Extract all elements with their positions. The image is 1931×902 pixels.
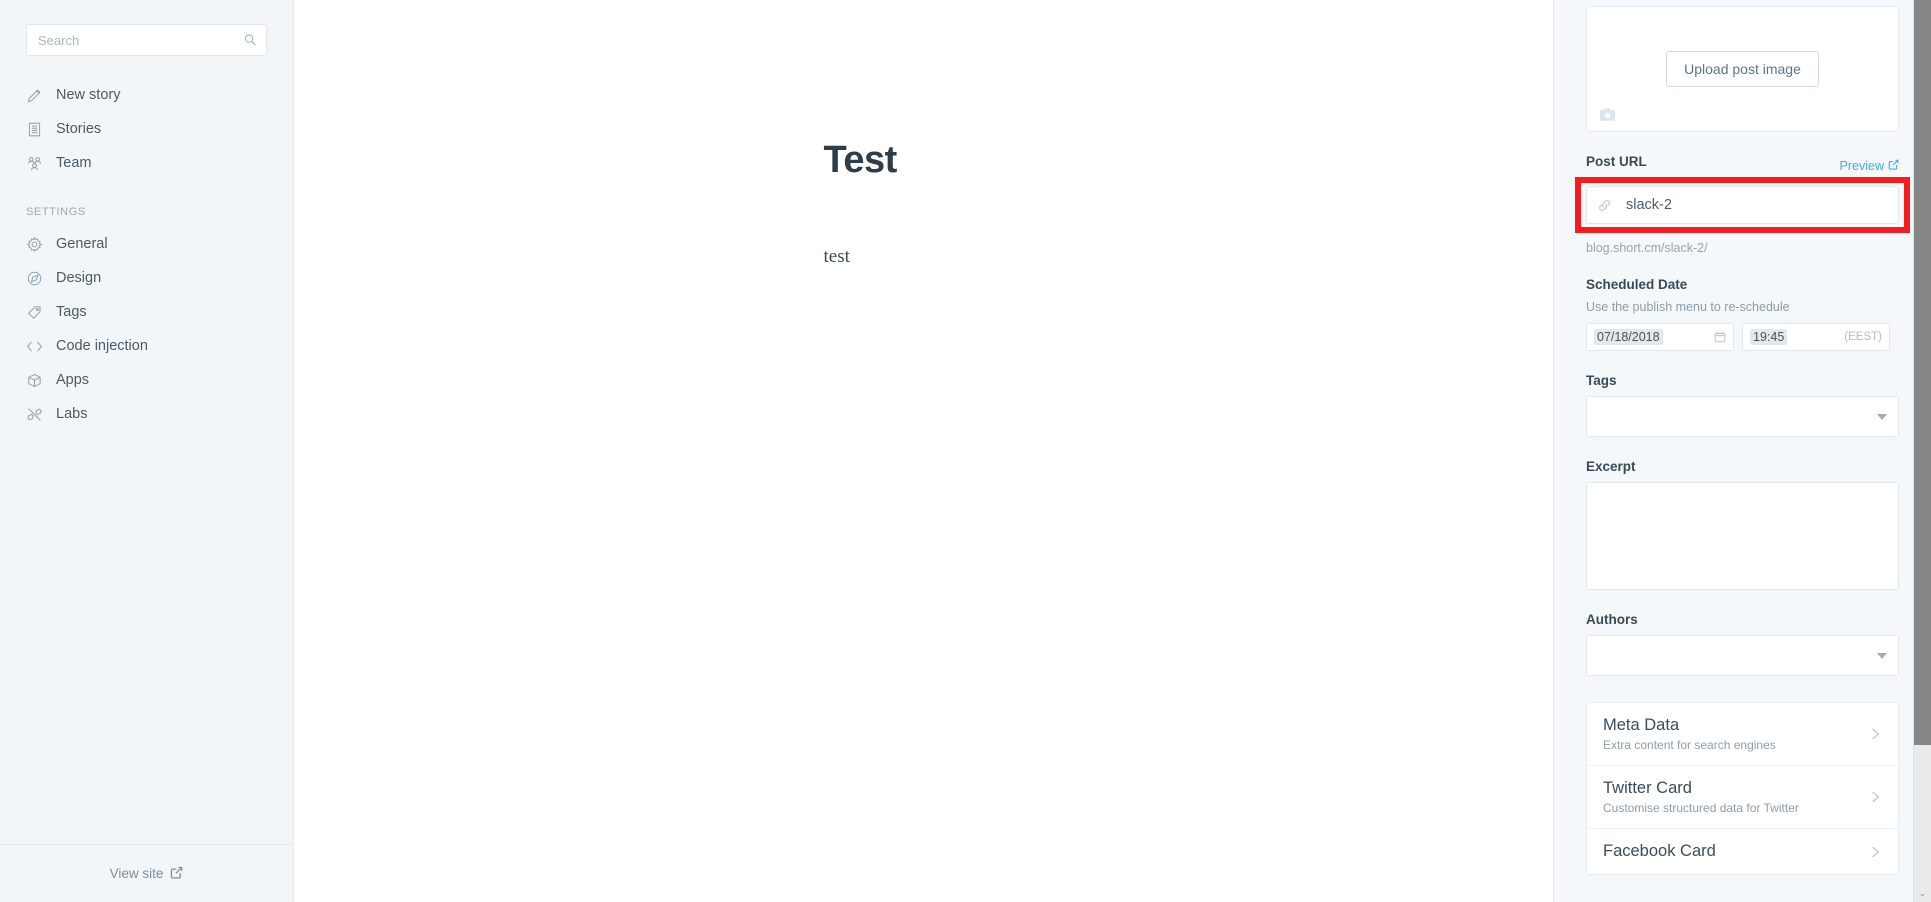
view-site-link[interactable]: View site	[110, 866, 184, 882]
sidebar-primary-nav: New story Stories Team SETTINGS General …	[0, 78, 293, 431]
tags-section: Tags	[1586, 373, 1899, 437]
card-title: Facebook Card	[1603, 842, 1716, 860]
authors-label: Authors	[1586, 612, 1638, 627]
chevron-down-icon	[1877, 413, 1887, 420]
excerpt-label: Excerpt	[1586, 459, 1636, 474]
editor-document[interactable]: Test test	[294, 0, 1553, 272]
chevron-right-icon	[1870, 726, 1882, 742]
scheduled-date-value: 07/18/2018	[1594, 329, 1663, 345]
sidebar: New story Stories	[0, 0, 294, 902]
sidebar-item-label: Tags	[56, 304, 87, 320]
sidebar-item-label: Design	[56, 270, 102, 286]
card-title: Twitter Card	[1603, 779, 1692, 797]
chevron-right-icon	[1870, 844, 1882, 860]
gear-icon	[26, 236, 43, 253]
card-subtitle: Extra content for search engines	[1603, 738, 1776, 752]
sidebar-item-general[interactable]: General	[0, 227, 293, 261]
sidebar-item-label: New story	[56, 87, 121, 103]
calendar-icon[interactable]	[1714, 331, 1726, 343]
post-title-input[interactable]: Test	[824, 139, 1194, 182]
post-url-section: Post URL Preview slack-2 blog.short.cm/s…	[1575, 154, 1910, 255]
sidebar-search-wrap	[0, 0, 293, 56]
panel-scrollbar[interactable]: ⌄	[1913, 0, 1931, 902]
scroll-down-arrow-icon[interactable]: ⌄	[1914, 889, 1931, 898]
external-link-icon	[1888, 159, 1899, 173]
scheduled-time-value: 19:45	[1750, 329, 1788, 345]
scheduled-time-input[interactable]: 19:45 (EEST)	[1742, 323, 1890, 351]
card-text: Facebook Card	[1603, 842, 1716, 861]
post-url-label: Post URL	[1586, 154, 1647, 169]
sidebar-item-apps[interactable]: Apps	[0, 363, 293, 397]
post-image-dropzone[interactable]: Upload post image	[1586, 6, 1899, 132]
external-link-icon	[170, 866, 183, 882]
chain-link-icon	[1597, 198, 1612, 213]
preview-link[interactable]: Preview	[1840, 159, 1899, 173]
authors-section: Authors	[1586, 612, 1899, 676]
sidebar-item-design[interactable]: Design	[0, 261, 293, 295]
excerpt-textarea[interactable]	[1586, 482, 1899, 590]
sidebar-settings-heading: SETTINGS	[26, 206, 86, 218]
sidebar-item-label: Labs	[56, 406, 88, 422]
preview-label: Preview	[1839, 158, 1884, 173]
sidebar-item-labs[interactable]: Labs	[0, 397, 293, 431]
upload-post-image-button[interactable]: Upload post image	[1666, 51, 1819, 87]
scheduled-date-label: Scheduled Date	[1586, 277, 1688, 292]
post-settings-panel: Upload post image Post URL Preview slack…	[1553, 0, 1931, 902]
notebook-icon	[26, 121, 43, 138]
compass-icon	[26, 270, 43, 287]
view-site-label: View site	[109, 866, 164, 881]
post-url-resolved: blog.short.cm/slack-2/	[1586, 241, 1708, 255]
code-brackets-icon	[26, 338, 43, 355]
search-input[interactable]	[27, 25, 266, 55]
sidebar-item-label: Apps	[56, 372, 90, 388]
scheduled-date-section: Scheduled Date Use the publish menu to r…	[1586, 277, 1899, 351]
sidebar-item-label: Code injection	[56, 338, 148, 354]
tags-label: Tags	[1586, 373, 1617, 388]
scrollbar-thumb[interactable]	[1914, 0, 1931, 745]
post-settings-inner: Upload post image Post URL Preview slack…	[1554, 6, 1931, 875]
sidebar-item-label: Stories	[56, 121, 102, 137]
post-url-highlight-box	[1575, 177, 1910, 233]
app-root: New story Stories	[0, 0, 1931, 902]
scheduled-date-hint: Use the publish menu to re-schedule	[1586, 300, 1790, 314]
search-box[interactable]	[26, 24, 267, 56]
card-subtitle: Customise structured data for Twitter	[1603, 801, 1799, 815]
post-url-header: Post URL Preview	[1586, 154, 1899, 177]
chevron-down-icon	[1877, 652, 1887, 659]
tools-icon	[26, 406, 43, 423]
card-text: Meta Data Extra content for search engin…	[1603, 716, 1776, 752]
editor-document-inner: Test test	[654, 139, 1194, 272]
authors-select[interactable]	[1586, 635, 1899, 676]
post-url-input[interactable]	[1612, 197, 1888, 213]
tags-select[interactable]	[1586, 396, 1899, 437]
sidebar-item-tags[interactable]: Tags	[0, 295, 293, 329]
card-text: Twitter Card Customise structured data f…	[1603, 779, 1799, 815]
post-body-editor[interactable]: test	[824, 242, 1194, 272]
team-icon	[26, 155, 43, 172]
camera-icon	[1599, 107, 1616, 122]
chevron-right-icon	[1870, 789, 1882, 805]
sidebar-item-stories[interactable]: Stories	[0, 112, 293, 146]
sidebar-item-label: Team	[56, 155, 92, 171]
sidebar-item-team[interactable]: Team	[0, 146, 293, 180]
scheduled-date-input[interactable]: 07/18/2018	[1586, 323, 1734, 351]
scheduled-date-row: 07/18/2018 19:45 (EEST)	[1586, 323, 1899, 351]
excerpt-section: Excerpt	[1586, 459, 1899, 590]
search-icon	[243, 33, 257, 47]
tag-icon	[26, 304, 43, 321]
sidebar-item-new-story[interactable]: New story	[0, 78, 293, 112]
post-url-field[interactable]	[1586, 186, 1899, 224]
sidebar-item-label: General	[56, 236, 108, 252]
timezone-label: (EEST)	[1844, 331, 1882, 343]
card-facebook[interactable]: Facebook Card	[1587, 829, 1898, 874]
card-twitter[interactable]: Twitter Card Customise structured data f…	[1587, 766, 1898, 829]
card-meta-data[interactable]: Meta Data Extra content for search engin…	[1587, 703, 1898, 766]
sidebar-item-code-injection[interactable]: Code injection	[0, 329, 293, 363]
box-icon	[26, 372, 43, 389]
sidebar-footer: View site	[0, 844, 293, 902]
card-title: Meta Data	[1603, 716, 1680, 734]
meta-cards-list: Meta Data Extra content for search engin…	[1586, 702, 1899, 875]
pencil-icon	[26, 87, 43, 104]
editor-main: Test test	[294, 0, 1553, 902]
